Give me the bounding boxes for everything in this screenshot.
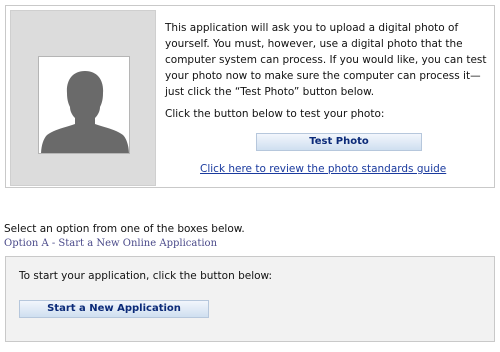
start-new-application-button[interactable]: Start a New Application: [19, 300, 209, 318]
photo-test-panel: This application will ask you to upload …: [5, 5, 495, 188]
test-photo-prompt: Click the button below to test your phot…: [165, 108, 385, 120]
person-silhouette-icon: [39, 57, 129, 153]
test-photo-button[interactable]: Test Photo: [256, 133, 422, 151]
option-a-title: Option A - Start a New Online Applicatio…: [4, 238, 218, 249]
select-option-instruction: Select an option from one of the boxes b…: [4, 223, 245, 235]
photo-standards-guide-link[interactable]: Click here to review the photo standards…: [200, 163, 446, 175]
photo-instructions: This application will ask you to upload …: [165, 22, 487, 98]
photo-placeholder-frame: [10, 10, 156, 186]
option-a-instruction: To start your application, click the but…: [19, 270, 273, 282]
option-a-panel: To start your application, click the but…: [5, 256, 495, 342]
photo-placeholder: [38, 56, 130, 154]
